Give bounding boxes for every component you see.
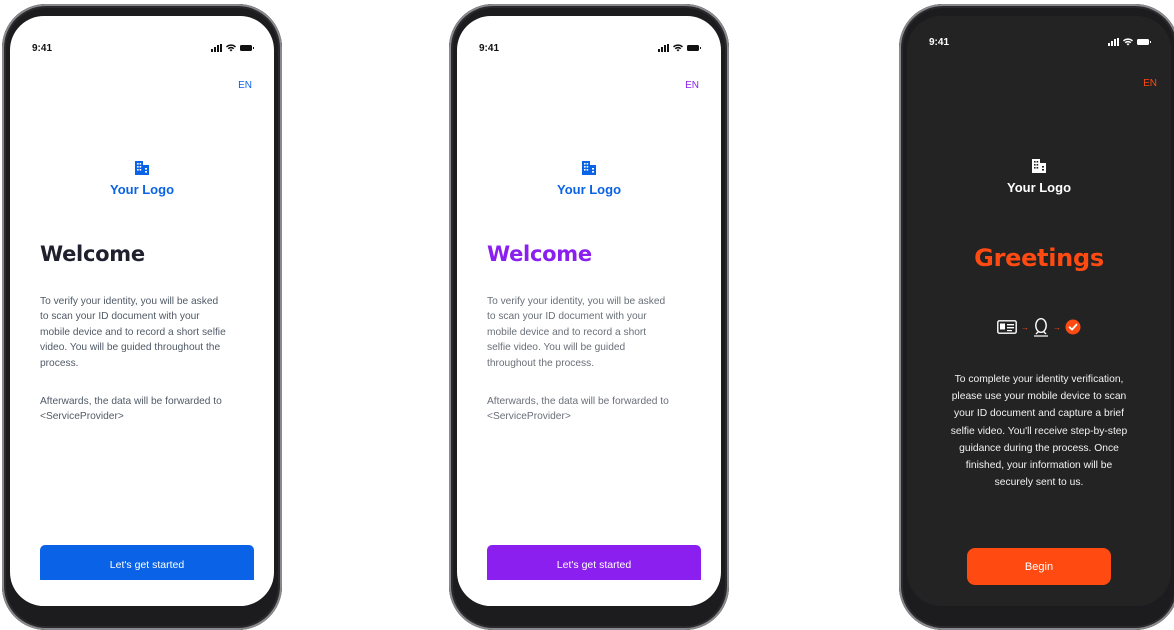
intro-text: To complete your identity verification, …: [921, 371, 1157, 491]
screen-purple: 9:41 EN Your Logo Welcome To verify your…: [457, 16, 721, 606]
wifi-icon: [1123, 38, 1133, 46]
home-indicator-area: [457, 580, 721, 606]
intro-line: selfie video. You will be guided: [487, 342, 626, 354]
footer-line: Afterwards, the data will be forwarded t…: [487, 396, 669, 407]
get-started-button[interactable]: Let's get started: [40, 545, 254, 584]
screen-dark: 9:41 EN Your Logo Greetings → → To compl…: [907, 16, 1171, 606]
intro-line: selfie video. You'll receive step-by-ste…: [950, 425, 1128, 437]
language-selector[interactable]: EN: [685, 80, 699, 91]
check-circle-icon: [1065, 319, 1081, 335]
footer-line: <ServiceProvider>: [40, 411, 124, 423]
intro-line: mobile device and to record a short: [487, 326, 647, 338]
building-icon: [135, 161, 149, 175]
wifi-icon: [673, 44, 683, 52]
building-icon: [1032, 159, 1046, 173]
intro-line: to scan your ID document with your: [487, 311, 647, 323]
intro-line: To verify your identity, you will be ask…: [487, 296, 666, 307]
footer-text: Afterwards, the data will be forwarded t…: [487, 394, 699, 425]
phone-frame-purple: 9:41 EN Your Logo Welcome To verify your…: [449, 4, 729, 630]
logo: Your Logo: [457, 160, 721, 197]
status-time: 9:41: [479, 42, 500, 54]
home-indicator-area: [10, 580, 274, 606]
arrow-right-icon: →: [1053, 322, 1061, 332]
page-title: Greetings: [974, 244, 1104, 272]
intro-line: process.: [40, 357, 79, 369]
intro-line: finished, your information will be: [965, 460, 1113, 472]
logo-text: Your Logo: [109, 182, 175, 197]
status-bar: 9:41: [929, 34, 1151, 50]
begin-button[interactable]: Begin: [967, 548, 1111, 585]
logo-text: Your Logo: [556, 182, 622, 197]
phone-frame-blue: 9:41 EN Your Logo Welcome To verify your…: [2, 4, 282, 630]
logo: Your Logo: [10, 160, 274, 197]
id-card-icon: [997, 320, 1017, 334]
intro-text: To verify your identity, you will be ask…: [487, 294, 699, 371]
intro-line: guidance during the process. Once: [959, 442, 1119, 454]
intro-line: please use your mobile device to scan: [951, 391, 1127, 403]
signal-icon: [658, 44, 669, 52]
building-icon: [582, 161, 596, 175]
page-title: Welcome: [40, 242, 145, 266]
wifi-icon: [226, 44, 236, 52]
language-selector[interactable]: EN: [1143, 78, 1157, 89]
status-time: 9:41: [929, 36, 950, 48]
intro-line: your ID document and capture a brief: [954, 408, 1124, 420]
intro-line: To verify your identity, you will be ask…: [40, 296, 219, 307]
page-title: Welcome: [487, 242, 592, 266]
footer-text: Afterwards, the data will be forwarded t…: [40, 394, 252, 425]
footer-line: Afterwards, the data will be forwarded t…: [40, 396, 222, 407]
screen-blue: 9:41 EN Your Logo Welcome To verify your…: [10, 16, 274, 606]
face-scan-icon: [1034, 317, 1048, 337]
intro-text: To verify your identity, you will be ask…: [40, 294, 252, 371]
intro-line: securely sent to us.: [994, 477, 1084, 489]
signal-icon: [1108, 38, 1119, 46]
language-selector[interactable]: EN: [238, 80, 252, 91]
signal-icon: [211, 44, 222, 52]
logo: Your Logo: [907, 158, 1171, 195]
status-bar: 9:41: [479, 40, 701, 56]
get-started-button[interactable]: Let's get started: [487, 545, 701, 584]
arrow-right-icon: →: [1021, 322, 1029, 332]
intro-line: to scan your ID document with your: [40, 311, 200, 323]
status-time: 9:41: [32, 42, 53, 54]
battery-icon: [240, 45, 254, 51]
logo-text: Your Logo: [1006, 180, 1072, 195]
footer-line: <ServiceProvider>: [487, 411, 571, 423]
battery-icon: [687, 45, 701, 51]
intro-line: video. You will be guided throughout the: [40, 342, 221, 354]
intro-line: mobile device and to record a short self…: [40, 326, 226, 338]
verification-steps: → →: [907, 317, 1171, 337]
intro-line: To complete your identity verification,: [954, 374, 1124, 385]
battery-icon: [1137, 39, 1151, 45]
phone-frame-dark: 9:41 EN Your Logo Greetings → → To compl…: [899, 4, 1174, 630]
intro-line: throughout the process.: [487, 357, 595, 369]
status-bar: 9:41: [32, 40, 254, 56]
